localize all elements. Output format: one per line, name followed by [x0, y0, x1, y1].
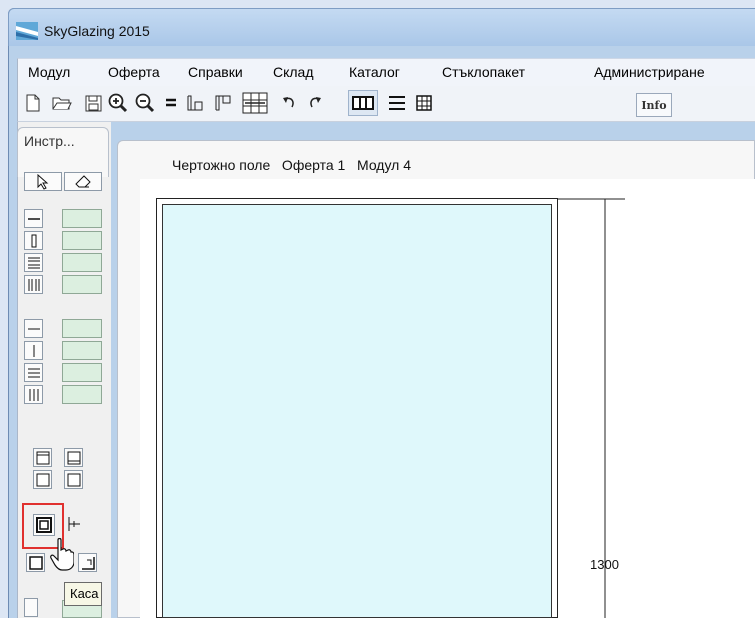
dimension-label: 1300 — [590, 557, 619, 572]
glass-pane[interactable] — [162, 204, 552, 618]
